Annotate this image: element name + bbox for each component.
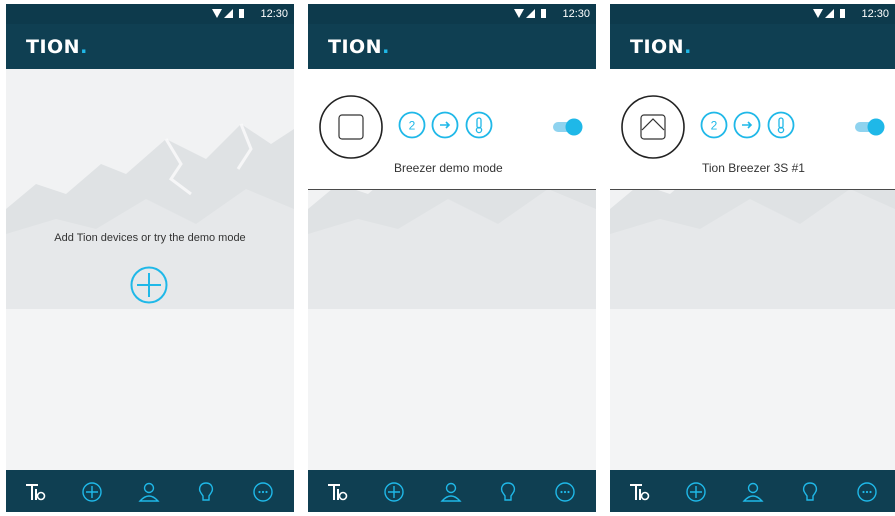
main-content: 2 Tion Breezer 3S #1 — [610, 69, 895, 470]
bottom-nav — [308, 470, 596, 512]
screen-demo: 12:30 TION. 2 Breezer demo mode — [308, 4, 596, 512]
app-bar: TION. — [308, 24, 596, 69]
device-card[interactable]: 2 Tion Breezer 3S #1 — [610, 69, 895, 190]
svg-text:2: 2 — [711, 119, 718, 133]
profile-icon[interactable] — [138, 481, 160, 503]
status-time: 12:30 — [861, 8, 889, 20]
idea-icon[interactable] — [799, 481, 821, 503]
idea-icon[interactable] — [195, 481, 217, 503]
empty-state-message: Add Tion devices or try the demo mode — [54, 232, 246, 244]
power-toggle[interactable] — [552, 117, 584, 137]
add-icon[interactable] — [383, 481, 405, 503]
device-status-icon[interactable] — [318, 94, 384, 160]
screen-empty: 12:30 TION. Add Tion devices or try the … — [6, 4, 294, 512]
speed-icon[interactable]: 2 — [700, 111, 728, 139]
bottom-nav — [6, 470, 294, 512]
signal-icons — [813, 9, 849, 22]
device-name: Breezer demo mode — [394, 161, 503, 175]
tion-home-icon[interactable] — [24, 481, 46, 503]
screen-device: 12:30 TION. 2 Tion Breezer 3S #1 — [610, 4, 895, 512]
main-content: 2 Breezer demo mode — [308, 69, 596, 470]
heater-icon[interactable] — [767, 111, 795, 139]
airflow-icon[interactable] — [431, 111, 459, 139]
bottom-nav — [610, 470, 895, 512]
status-time: 12:30 — [260, 8, 288, 20]
device-name: Tion Breezer 3S #1 — [702, 161, 805, 175]
status-bar: 12:30 — [6, 4, 294, 24]
app-bar: TION. — [6, 24, 294, 69]
tion-logo: TION. — [328, 36, 390, 58]
profile-icon[interactable] — [742, 481, 764, 503]
device-status-icon[interactable] — [620, 94, 686, 160]
add-icon[interactable] — [81, 481, 103, 503]
airflow-icon[interactable] — [733, 111, 761, 139]
tion-logo: TION. — [630, 36, 692, 58]
status-bar: 12:30 — [308, 4, 596, 24]
chat-icon[interactable] — [252, 481, 274, 503]
main-content: Add Tion devices or try the demo mode — [6, 69, 294, 470]
status-bar: 12:30 — [610, 4, 895, 24]
signal-icons — [212, 9, 248, 22]
add-device-button[interactable] — [130, 266, 168, 304]
chat-icon[interactable] — [554, 481, 576, 503]
power-toggle[interactable] — [854, 117, 886, 137]
status-time: 12:30 — [562, 8, 590, 20]
signal-icons — [514, 9, 550, 22]
tion-logo: TION. — [26, 36, 88, 58]
add-icon[interactable] — [685, 481, 707, 503]
profile-icon[interactable] — [440, 481, 462, 503]
app-bar: TION. — [610, 24, 895, 69]
idea-icon[interactable] — [497, 481, 519, 503]
svg-text:2: 2 — [409, 119, 416, 133]
tion-home-icon[interactable] — [628, 481, 650, 503]
chat-icon[interactable] — [856, 481, 878, 503]
device-card[interactable]: 2 Breezer demo mode — [308, 69, 596, 190]
heater-icon[interactable] — [465, 111, 493, 139]
speed-icon[interactable]: 2 — [398, 111, 426, 139]
tion-home-icon[interactable] — [326, 481, 348, 503]
